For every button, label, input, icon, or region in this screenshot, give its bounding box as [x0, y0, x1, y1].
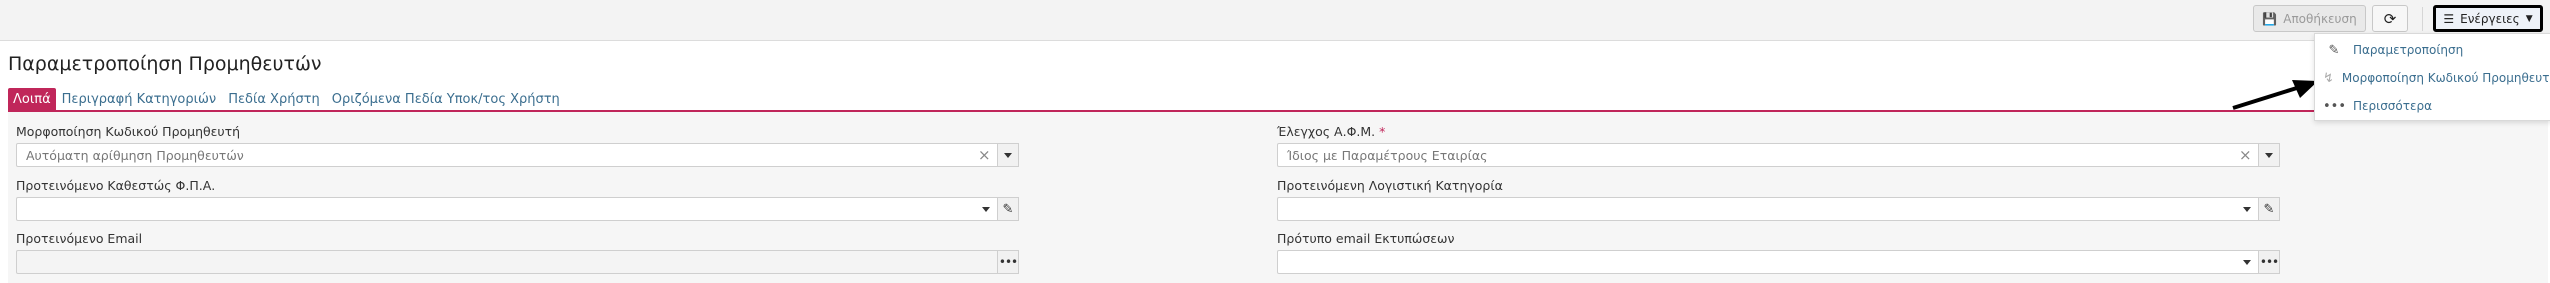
clear-icon[interactable]: ×: [2239, 147, 2252, 163]
dropdown-button[interactable]: [2258, 143, 2280, 167]
supplier-code-format-label: Μορφοποίηση Κωδικού Προμηθευτή: [16, 124, 241, 139]
edit-icon: ✎: [2328, 42, 2340, 58]
actions-button-label: Ενέργειες: [2460, 11, 2520, 26]
default-email-label: Προτεινόμενο Email: [16, 231, 143, 246]
menu-item-more[interactable]: ••• Περισσότερα: [2315, 93, 2550, 119]
refresh-button[interactable]: ⟳: [2372, 5, 2408, 32]
vat-check-select[interactable]: Ίδιος με Παραμέτρους Εταιρίας ×: [1277, 143, 2280, 167]
more-button[interactable]: •••: [997, 250, 1019, 274]
clear-icon[interactable]: ×: [978, 147, 991, 163]
menu-item-supplier-code-format[interactable]: ↯ Μορφοποίηση Κωδικού Προμηθευτή: [2315, 65, 2550, 91]
dropdown-button[interactable]: [975, 197, 997, 221]
actions-menu: ✎ Παραμετροποίηση ↯ Μορφοποίηση Κωδικού …: [2314, 33, 2550, 121]
vat-check-value: Ίδιος με Παραμέτρους Εταιρίας: [1287, 148, 1488, 163]
tab-misc[interactable]: Λοιπά: [8, 88, 56, 111]
tab-defined-user-subsystem-fields[interactable]: Οριζόμενα Πεδία Υποκ/τος Χρήστη: [326, 92, 566, 111]
top-toolbar: [0, 0, 2550, 41]
supplier-code-format-select[interactable]: Αυτόματη αρίθμηση Προμηθευτών ×: [16, 143, 1019, 167]
default-accounting-category-select[interactable]: ✎: [1277, 197, 2280, 221]
vat-check-label-text: Έλεγχος Α.Φ.Μ.: [1277, 124, 1376, 139]
default-vat-status-label: Προτεινόμενο Καθεστώς Φ.Π.Α.: [16, 178, 216, 193]
tab-user-fields[interactable]: Πεδία Χρήστη: [222, 92, 326, 111]
more-button[interactable]: •••: [2258, 250, 2280, 274]
menu-icon: ☰: [2443, 11, 2455, 26]
vat-check-label: Έλεγχος Α.Φ.Μ. *: [1277, 124, 1385, 139]
required-mark: *: [1379, 124, 1386, 139]
caret-down-icon: [2265, 152, 2273, 158]
print-email-template-label: Πρότυπο email Εκτυπώσεων: [1277, 231, 1455, 246]
pencil-icon: ✎: [1002, 201, 1014, 217]
refresh-icon: ⟳: [2383, 9, 2397, 28]
caret-down-icon: [2243, 206, 2251, 212]
save-button-label: Αποθήκευση: [2283, 11, 2357, 26]
caret-down-icon: [1004, 152, 1012, 158]
page-title: Παραμετροποίηση Προμηθευτών: [8, 53, 322, 75]
caret-down-icon: [982, 206, 990, 212]
more-icon: •••: [2323, 98, 2347, 114]
chevron-down-icon: ▼: [2525, 13, 2533, 24]
edit-button[interactable]: ✎: [2258, 197, 2280, 221]
arrow-shaft: [2232, 85, 2301, 110]
caret-down-icon: [2243, 259, 2251, 265]
menu-item-label: Περισσότερα: [2353, 99, 2432, 113]
save-button[interactable]: 💾 Αποθήκευση: [2253, 5, 2366, 32]
tab-bar: Λοιπά Περιγραφή Κατηγοριών Πεδία Χρήστη …: [8, 87, 566, 111]
dropdown-button[interactable]: [2236, 197, 2258, 221]
menu-item-label: Μορφοποίηση Κωδικού Προμηθευτή: [2341, 71, 2550, 85]
default-vat-status-select[interactable]: ✎: [16, 197, 1019, 221]
bolt-icon: ↯: [2323, 70, 2334, 86]
dropdown-button[interactable]: [997, 143, 1019, 167]
edit-button[interactable]: ✎: [997, 197, 1019, 221]
ellipsis-icon: •••: [2259, 255, 2279, 269]
save-icon: 💾: [2262, 11, 2278, 26]
pencil-icon: ✎: [2263, 201, 2275, 217]
tab-category-descriptions[interactable]: Περιγραφή Κατηγοριών: [56, 92, 223, 111]
toolbar-divider: [2422, 7, 2423, 31]
print-email-template-select[interactable]: •••: [1277, 250, 2280, 274]
default-email-field[interactable]: •••: [16, 250, 1019, 274]
actions-button[interactable]: ☰ Ενέργειες ▼: [2433, 5, 2543, 32]
menu-item-parameterization[interactable]: ✎ Παραμετροποίηση: [2315, 37, 2550, 63]
ellipsis-icon: •••: [998, 255, 1018, 269]
default-accounting-category-label: Προτεινόμενη Λογιστική Κατηγορία: [1277, 178, 1503, 193]
menu-item-label: Παραμετροποίηση: [2353, 43, 2464, 57]
supplier-code-format-value: Αυτόματη αρίθμηση Προμηθευτών: [26, 148, 244, 163]
dropdown-button[interactable]: [2236, 250, 2258, 274]
